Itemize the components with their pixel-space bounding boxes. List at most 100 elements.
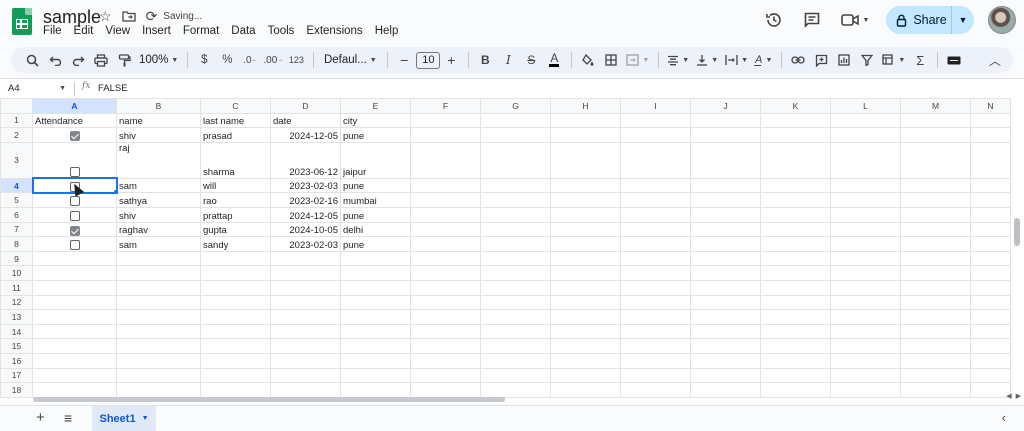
cell-empty[interactable]: [830, 127, 901, 143]
column-header-e[interactable]: E: [340, 98, 411, 114]
cell-empty[interactable]: [900, 309, 971, 325]
cell-d[interactable]: 2023-02-03: [270, 177, 341, 194]
cell-empty[interactable]: [620, 192, 691, 208]
cell-e[interactable]: [340, 352, 411, 369]
column-header-f[interactable]: F: [410, 98, 481, 114]
cell-e[interactable]: city: [340, 112, 411, 129]
cell-c[interactable]: [200, 323, 271, 340]
cell-c[interactable]: [200, 279, 271, 296]
cell-d[interactable]: date: [270, 112, 341, 129]
cell-a[interactable]: [32, 265, 117, 281]
cell-b[interactable]: [116, 309, 201, 325]
cell-empty[interactable]: [760, 338, 831, 354]
scroll-left-icon[interactable]: ◀: [1006, 392, 1011, 400]
cell-empty[interactable]: [900, 279, 971, 296]
cell-empty[interactable]: [410, 221, 481, 238]
cell-empty[interactable]: [970, 309, 1011, 325]
row-header[interactable]: 14: [0, 323, 33, 340]
bold-icon[interactable]: B: [474, 48, 496, 72]
column-header-l[interactable]: L: [830, 98, 901, 114]
cell-b[interactable]: [116, 352, 201, 369]
cell-d[interactable]: 2023-02-16: [270, 192, 341, 208]
cell-empty[interactable]: [830, 294, 901, 311]
cell-empty[interactable]: [410, 323, 481, 340]
cell-b[interactable]: name: [116, 112, 201, 129]
name-box[interactable]: A4 ▼: [0, 81, 72, 97]
cell-empty[interactable]: [410, 236, 481, 252]
cell-b[interactable]: [116, 323, 201, 340]
cell-empty[interactable]: [550, 265, 621, 281]
cell-c[interactable]: prattap: [200, 206, 271, 223]
row-header[interactable]: 3: [0, 141, 33, 179]
cell-b[interactable]: [116, 338, 201, 354]
cell-empty[interactable]: [760, 127, 831, 143]
cell-b[interactable]: sathya: [116, 192, 201, 208]
cell-b[interactable]: raghav: [116, 221, 201, 238]
cell-d[interactable]: 2024-12-05: [270, 206, 341, 223]
avatar[interactable]: [988, 6, 1016, 34]
cell-empty[interactable]: [480, 265, 551, 281]
cell-empty[interactable]: [900, 382, 971, 398]
checkbox[interactable]: [69, 167, 80, 178]
cell-c[interactable]: will: [200, 177, 271, 194]
cell-empty[interactable]: [830, 323, 901, 340]
cell-e[interactable]: [340, 382, 411, 398]
borders-icon[interactable]: [600, 48, 622, 72]
share-dropdown-icon[interactable]: ▼: [952, 15, 974, 25]
cell-empty[interactable]: [760, 112, 831, 129]
cell-empty[interactable]: [970, 265, 1011, 281]
cell-empty[interactable]: [620, 221, 691, 238]
cell-e[interactable]: pune: [340, 127, 411, 143]
comments-icon[interactable]: [800, 8, 824, 32]
cell-empty[interactable]: [480, 367, 551, 384]
cell-empty[interactable]: [690, 265, 761, 281]
cell-c[interactable]: [200, 309, 271, 325]
cell-empty[interactable]: [690, 352, 761, 369]
cell-empty[interactable]: [900, 221, 971, 238]
cell-c[interactable]: [200, 265, 271, 281]
cell-empty[interactable]: [410, 127, 481, 143]
cell-d[interactable]: [270, 250, 341, 267]
checkbox[interactable]: [69, 131, 80, 142]
menu-help[interactable]: Help: [375, 25, 405, 37]
checkbox[interactable]: [69, 196, 80, 207]
sheets-logo-icon[interactable]: [12, 8, 32, 35]
row-header[interactable]: 5: [0, 192, 33, 208]
row-header[interactable]: 11: [0, 279, 33, 296]
functions-icon[interactable]: Σ: [909, 48, 931, 72]
row-header[interactable]: 1: [0, 112, 33, 129]
menu-format[interactable]: Format: [183, 25, 225, 37]
row-header[interactable]: 6: [0, 206, 33, 223]
text-rotation-icon[interactable]: A ▼: [752, 48, 775, 72]
cell-empty[interactable]: [480, 221, 551, 238]
column-header-j[interactable]: J: [690, 98, 761, 114]
cell-empty[interactable]: [830, 141, 901, 179]
increase-font-size-button[interactable]: +: [440, 48, 462, 72]
cell-c[interactable]: sandy: [200, 236, 271, 252]
cell-empty[interactable]: [900, 192, 971, 208]
cell-a[interactable]: Attendance: [32, 112, 117, 129]
cell-empty[interactable]: [760, 279, 831, 296]
cell-b[interactable]: shiv: [116, 206, 201, 223]
row-header[interactable]: 13: [0, 309, 33, 325]
collapse-toolbar-icon[interactable]: ︿: [989, 52, 1001, 69]
cell-c[interactable]: prasad: [200, 127, 271, 143]
cell-empty[interactable]: [620, 279, 691, 296]
filter-views-icon[interactable]: ▼: [879, 48, 908, 72]
cell-empty[interactable]: [970, 206, 1011, 223]
cell-empty[interactable]: [410, 338, 481, 354]
cell-empty[interactable]: [760, 206, 831, 223]
meet-icon[interactable]: ▼: [838, 8, 872, 32]
cell-empty[interactable]: [900, 236, 971, 252]
row-header[interactable]: 16: [0, 352, 33, 369]
column-header-c[interactable]: C: [200, 98, 271, 114]
cell-empty[interactable]: [830, 112, 901, 129]
cell-empty[interactable]: [970, 323, 1011, 340]
cell-d[interactable]: 2023-02-03: [270, 236, 341, 252]
undo-icon[interactable]: [44, 48, 66, 72]
column-header-k[interactable]: K: [760, 98, 831, 114]
cell-empty[interactable]: [690, 127, 761, 143]
cell-c[interactable]: rao: [200, 192, 271, 208]
cell-empty[interactable]: [690, 338, 761, 354]
cell-empty[interactable]: [480, 112, 551, 129]
